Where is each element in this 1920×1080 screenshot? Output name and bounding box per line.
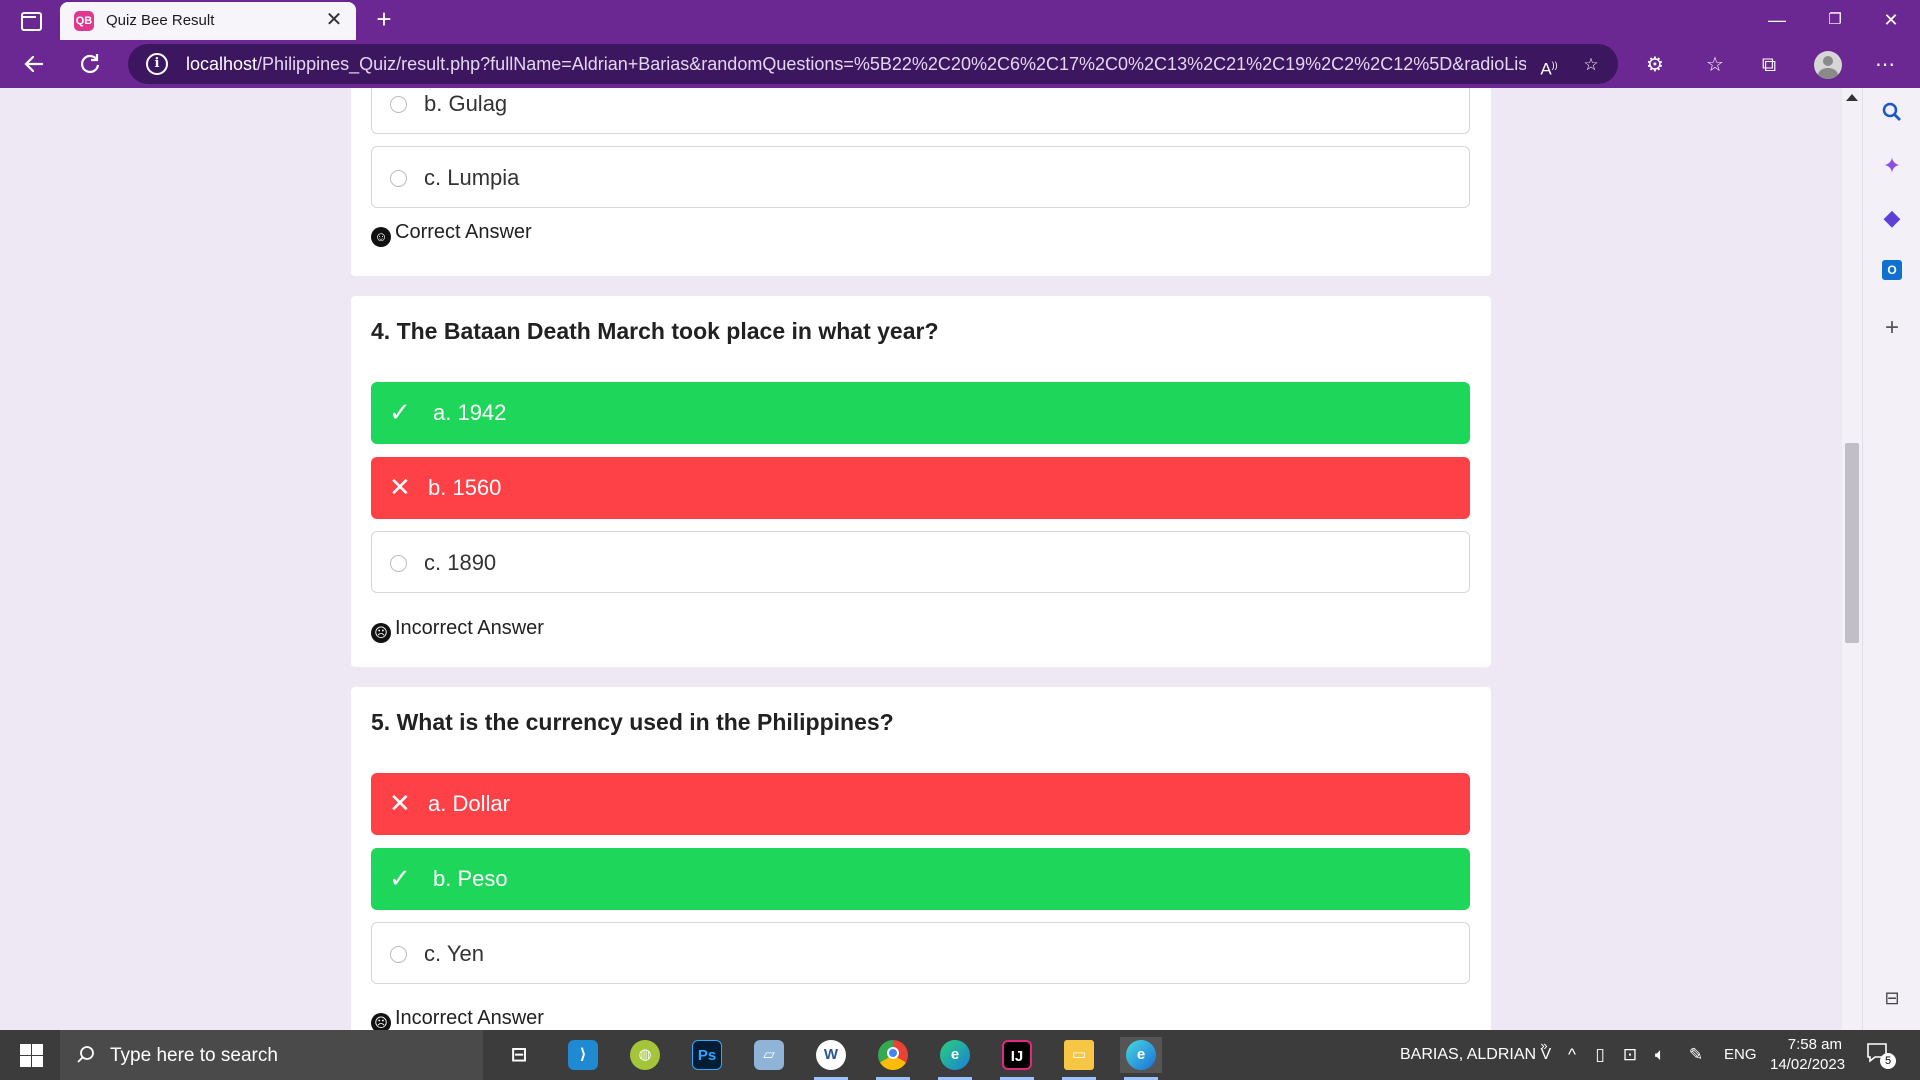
radio-icon[interactable]: [390, 946, 407, 963]
answer-verdict: ☹ Incorrect Answer: [371, 1007, 544, 1030]
profile-icon[interactable]: [1814, 51, 1842, 79]
new-tab-button[interactable]: +: [368, 4, 400, 36]
copilot-icon[interactable]: ✦: [1878, 152, 1906, 180]
cross-icon: ✕: [389, 788, 411, 818]
sidebar-toggle-icon[interactable]: [14, 8, 46, 32]
more-icon[interactable]: ⋯: [1870, 50, 1900, 80]
minimize-button[interactable]: —: [1748, 0, 1806, 40]
page-viewport: b. Gulag c. Lumpia ☺ Correct Answer 4. Th…: [0, 88, 1842, 1030]
taskbar: Type here to search ⊟ ⟩ ◍ Ps ▱ W e IJ ▭ …: [0, 1030, 1920, 1080]
show-hidden-icons[interactable]: ^: [1560, 1043, 1584, 1067]
volume-icon[interactable]: 🔈︎: [1648, 1043, 1672, 1067]
overflow-chevron-icon[interactable]: »: [1532, 1034, 1556, 1058]
tennis-ball-app-icon[interactable]: ◍: [624, 1037, 666, 1073]
pen-icon[interactable]: ✎: [1684, 1043, 1708, 1067]
clock-time: 7:58 am: [1787, 1036, 1842, 1053]
option-q3-c[interactable]: c. Lumpia: [371, 146, 1470, 208]
close-tab-icon[interactable]: ✕: [322, 8, 346, 32]
usb-device-icon[interactable]: ▯: [1588, 1043, 1612, 1067]
intellij-icon[interactable]: IJ: [996, 1037, 1038, 1080]
tab-title: Quiz Bee Result: [106, 12, 215, 29]
taskbar-search[interactable]: Type here to search: [60, 1030, 483, 1080]
search-icon[interactable]: [1878, 100, 1906, 128]
radio-icon[interactable]: [390, 170, 407, 187]
title-bar: QB Quiz Bee Result ✕ + — ❐ ✕: [0, 0, 1920, 40]
sad-face-icon: ☹: [371, 623, 391, 643]
option-q4-a[interactable]: ✓ a. 1942: [371, 382, 1470, 444]
notification-icon[interactable]: 5: [1866, 1042, 1896, 1069]
vscode-icon[interactable]: ⟩: [562, 1037, 604, 1073]
search-icon: [74, 1043, 98, 1067]
option-label: c. 1890: [424, 550, 497, 575]
option-label: a. Dollar: [428, 791, 510, 816]
page-scrollbar[interactable]: [1842, 88, 1862, 1030]
option-label: b. Peso: [433, 866, 508, 891]
chrome-icon[interactable]: [872, 1037, 914, 1080]
edge-sidebar: ✦ ◆ O + ⊟: [1862, 88, 1920, 1030]
option-q4-c[interactable]: c. 1890: [371, 531, 1470, 593]
quiz-favicon-icon: QB: [74, 11, 94, 31]
notification-count: 5: [1880, 1053, 1896, 1069]
photoshop-icon[interactable]: Ps: [686, 1037, 728, 1073]
network-icon[interactable]: ⊡: [1618, 1043, 1642, 1067]
option-label: b. 1560: [428, 475, 502, 500]
answer-verdict: ☹ Incorrect Answer: [371, 617, 544, 643]
refresh-icon[interactable]: [72, 46, 108, 82]
check-icon: ✓: [389, 863, 411, 893]
search-placeholder[interactable]: Type here to search: [110, 1045, 278, 1067]
option-label: a. 1942: [433, 400, 507, 425]
add-favorite-icon[interactable]: ☆: [1578, 52, 1604, 78]
option-q5-b[interactable]: ✓ b. Peso: [371, 848, 1470, 910]
browser-tab[interactable]: QB Quiz Bee Result ✕: [60, 2, 356, 40]
smile-icon: ☺: [371, 227, 391, 247]
option-q5-a[interactable]: ✕ a. Dollar: [371, 773, 1470, 835]
cross-icon: ✕: [389, 472, 411, 502]
clock-date: 14/02/2023: [1770, 1056, 1846, 1073]
sad-face-icon: ☹: [371, 1013, 391, 1030]
task-view-icon[interactable]: ⊟: [498, 1037, 540, 1073]
radio-icon[interactable]: [390, 555, 407, 572]
question-text: 5. What is the currency used in the Phil…: [371, 709, 894, 735]
outlook-icon[interactable]: O: [1878, 256, 1906, 284]
browser-toolbar: i localhost/Philippines_Quiz/result.php?…: [0, 40, 1920, 88]
option-q3-b[interactable]: b. Gulag: [371, 88, 1470, 134]
address-bar[interactable]: i localhost/Philippines_Quiz/result.php?…: [128, 44, 1618, 84]
word-app-icon[interactable]: W: [810, 1037, 852, 1080]
read-aloud-icon[interactable]: A)): [1536, 52, 1562, 79]
question-card-3: b. Gulag c. Lumpia ☺ Correct Answer: [351, 88, 1491, 276]
restore-button[interactable]: ❐: [1806, 0, 1864, 40]
back-arrow-icon[interactable]: [16, 46, 52, 82]
option-q4-b[interactable]: ✕ b. 1560: [371, 457, 1470, 519]
extensions-icon[interactable]: ⚙: [1640, 50, 1670, 80]
option-label: c. Lumpia: [424, 165, 520, 190]
option-label: c. Yen: [424, 941, 484, 966]
tray-user-name[interactable]: BARIAS, ALDRIAN V: [1400, 1046, 1551, 1064]
hide-sidebar-icon[interactable]: ⊟: [1878, 984, 1906, 1012]
input-language[interactable]: ENG: [1724, 1046, 1757, 1063]
close-window-button[interactable]: ✕: [1862, 0, 1920, 40]
scroll-thumb[interactable]: [1845, 443, 1859, 643]
collections-icon[interactable]: ⧉: [1754, 50, 1784, 80]
add-icon[interactable]: +: [1878, 314, 1906, 342]
windows-start-icon[interactable]: [12, 1042, 50, 1068]
answer-verdict: ☺ Correct Answer: [371, 221, 532, 247]
option-q5-c[interactable]: c. Yen: [371, 922, 1470, 984]
info-icon[interactable]: i: [146, 53, 168, 75]
edge-icon[interactable]: e: [934, 1037, 976, 1080]
option-label: b. Gulag: [424, 91, 508, 116]
file-explorer-icon[interactable]: ▭: [1058, 1037, 1100, 1080]
question-card-4: 4. The Bataan Death March took place in …: [351, 296, 1491, 667]
favorites-icon[interactable]: ☆: [1700, 50, 1730, 80]
scroll-up-arrow-icon[interactable]: [1846, 94, 1858, 101]
question-card-5: 5. What is the currency used in the Phil…: [351, 687, 1491, 1030]
check-icon: ✓: [389, 397, 411, 427]
radio-icon[interactable]: [390, 96, 407, 113]
games-icon[interactable]: ◆: [1878, 204, 1906, 232]
question-text: 4. The Bataan Death March took place in …: [371, 318, 939, 344]
clock[interactable]: 7:58 am 14/02/2023: [1770, 1035, 1846, 1075]
address-url[interactable]: localhost/Philippines_Quiz/result.php?fu…: [186, 54, 1526, 75]
edge-beta-icon[interactable]: e: [1120, 1037, 1162, 1080]
notepad-app-icon[interactable]: ▱: [748, 1037, 790, 1073]
